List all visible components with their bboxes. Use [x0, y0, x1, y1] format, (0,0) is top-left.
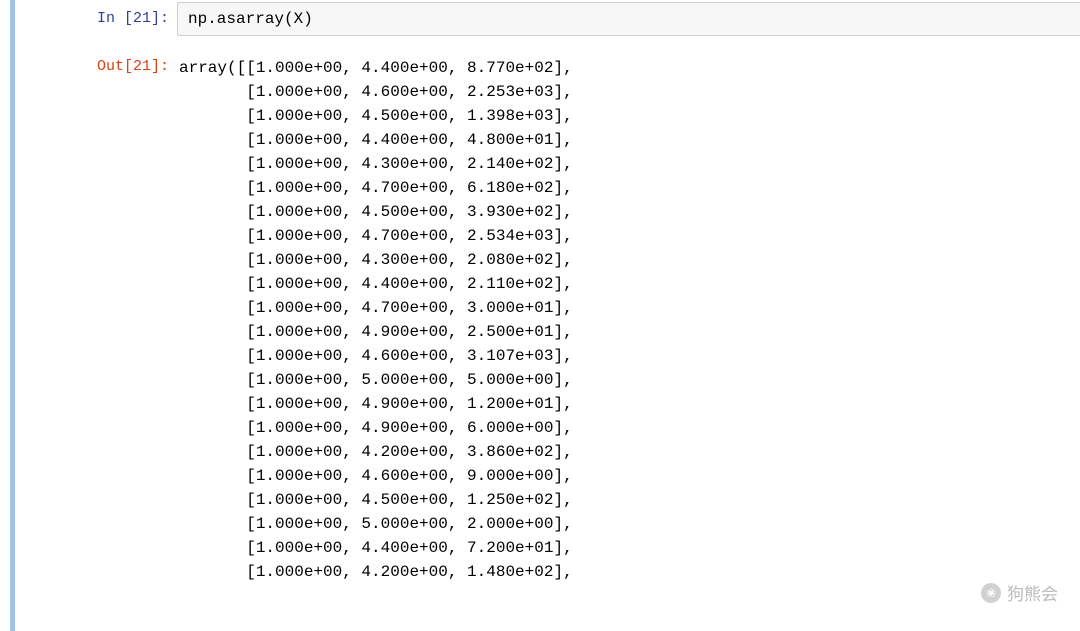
watermark-label: 狗熊会	[1007, 580, 1058, 605]
input-prompt-area: In [21]:	[12, 2, 177, 27]
input-prompt-label: In [21]:	[97, 10, 169, 27]
output-prompt-label: Out[21]:	[97, 58, 169, 75]
wechat-icon: ❀	[981, 583, 1001, 603]
watermark: ❀ 狗熊会	[981, 580, 1058, 605]
cell-selection-bar	[10, 0, 15, 631]
notebook-container: In [21]: np.asarray(X) Out[21]: array([[…	[0, 0, 1080, 584]
output-prompt-area: Out[21]:	[12, 50, 177, 75]
code-text: np.asarray(X)	[188, 10, 313, 28]
input-cell-row: In [21]: np.asarray(X)	[12, 2, 1080, 36]
output-text-block: array([[1.000e+00, 4.400e+00, 8.770e+02]…	[177, 50, 1080, 584]
output-cell-row: Out[21]: array([[1.000e+00, 4.400e+00, 8…	[12, 50, 1080, 584]
code-input[interactable]: np.asarray(X)	[177, 2, 1080, 36]
